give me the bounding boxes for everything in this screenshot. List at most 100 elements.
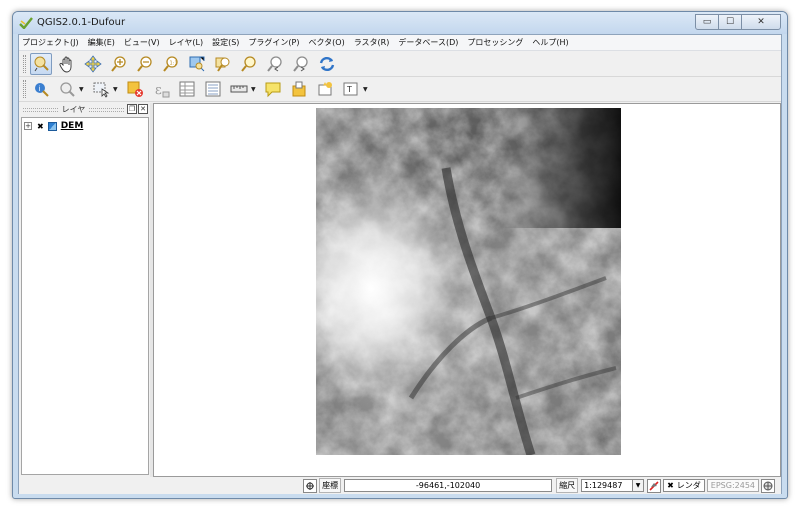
layer-name[interactable]: DEM xyxy=(61,121,84,131)
menu-plugins[interactable]: プラグイン(P) xyxy=(248,37,299,48)
map-tips-button[interactable] xyxy=(262,78,284,100)
qgis-logo-icon xyxy=(19,17,33,29)
deselect-button[interactable] xyxy=(124,78,146,100)
menu-raster[interactable]: ラスタ(R) xyxy=(354,37,390,48)
messages-button[interactable] xyxy=(761,478,775,493)
zoom-to-layer-icon xyxy=(215,57,230,72)
maximize-button[interactable]: ☐ xyxy=(718,14,742,30)
map-navigation-toolbar: 1:1 xyxy=(19,51,781,77)
select-by-area-button[interactable] xyxy=(90,78,112,100)
zoom-to-selection-button[interactable] xyxy=(238,53,260,75)
zoom-last-button[interactable] xyxy=(264,53,286,75)
coordinate-field[interactable]: -96461,-102040 xyxy=(344,479,553,492)
menu-edit[interactable]: 編集(E) xyxy=(88,37,115,48)
field-calculator-icon: ε xyxy=(155,83,170,98)
menu-database[interactable]: データベース(D) xyxy=(398,37,458,48)
annotation-dropdown-arrow[interactable]: ▼ xyxy=(363,86,370,93)
menu-settings[interactable]: 設定(S) xyxy=(212,37,239,48)
float-panel-button[interactable]: ❐ xyxy=(127,104,137,114)
menu-view[interactable]: ビュー(V) xyxy=(124,37,160,48)
minimize-button[interactable]: ▭ xyxy=(695,14,719,30)
attribute-table-icon xyxy=(179,81,195,97)
bookmarks-icon xyxy=(292,81,306,97)
stop-render-button[interactable] xyxy=(647,478,662,493)
status-bar: 座標 -96461,-102040 縮尺 1:129487 ▼ ✖ レンダ EP… xyxy=(19,477,781,494)
select-dropdown-arrow[interactable]: ▼ xyxy=(79,86,86,93)
zoom-in-button[interactable] xyxy=(108,53,130,75)
statistics-icon xyxy=(205,81,221,97)
coordinate-label: 座標 xyxy=(319,478,342,493)
measure-dropdown-arrow[interactable]: ▼ xyxy=(251,86,258,93)
attribute-table-button[interactable] xyxy=(176,78,198,100)
zoom-to-selection-icon xyxy=(241,55,256,72)
toggle-coord-display-button[interactable] xyxy=(303,478,318,493)
select-area-dropdown-arrow[interactable]: ▼ xyxy=(113,86,120,93)
close-button[interactable]: ✕ xyxy=(741,14,781,30)
header-grip xyxy=(23,107,58,112)
menu-bar: プロジェクト(J) 編集(E) ビュー(V) レイヤ(L) 設定(S) プラグイ… xyxy=(19,35,781,51)
expand-toggle[interactable]: + xyxy=(24,122,32,130)
pan-map-button[interactable] xyxy=(30,52,52,75)
layer-item-dem[interactable]: + ✖ DEM xyxy=(24,120,83,132)
statistics-button[interactable] xyxy=(202,78,224,100)
map-tips-icon xyxy=(265,82,281,98)
menu-processing[interactable]: プロセッシング xyxy=(467,37,523,48)
layers-panel-header[interactable]: レイヤ ❐ ✕ xyxy=(19,103,150,116)
zoom-full-button[interactable] xyxy=(186,53,208,75)
menu-layer[interactable]: レイヤ(L) xyxy=(169,37,203,48)
zoom-next-icon xyxy=(293,55,308,72)
zoom-out-icon xyxy=(137,55,152,72)
pan-hand-icon xyxy=(59,56,72,72)
menu-vector[interactable]: ベクタ(O) xyxy=(309,37,345,48)
panel-buttons: ❐ ✕ xyxy=(126,104,148,114)
menu-help[interactable]: ヘルプ(H) xyxy=(532,37,568,48)
toolbar-grip[interactable] xyxy=(23,80,26,98)
text-annotation-button[interactable]: T xyxy=(340,78,362,100)
measure-button[interactable] xyxy=(228,78,250,100)
menu-project[interactable]: プロジェクト(J) xyxy=(22,37,79,48)
render-label: レンダ xyxy=(676,481,701,490)
layers-panel-title: レイヤ xyxy=(61,105,86,114)
crs-globe-icon xyxy=(763,481,773,490)
svg-text:1:1: 1:1 xyxy=(170,60,178,66)
bookmarks-button[interactable] xyxy=(288,78,310,100)
map-canvas[interactable] xyxy=(153,103,781,477)
crs-status-button[interactable]: EPSG:2454 xyxy=(706,479,759,492)
window-controls: ▭ ☐ ✕ xyxy=(695,14,781,30)
zoom-out-button[interactable] xyxy=(134,53,156,75)
pan-map-icon xyxy=(34,56,49,71)
select-by-area-icon xyxy=(93,82,110,98)
main-client-area: プロジェクト(J) 編集(E) ビュー(V) レイヤ(L) 設定(S) プラグイ… xyxy=(18,34,782,494)
zoom-actual-size-button[interactable]: 1:1 xyxy=(160,53,182,75)
toolbar-grip[interactable] xyxy=(23,54,26,73)
layer-tree[interactable]: + ✖ DEM xyxy=(21,117,149,475)
qgis-window: QGIS2.0.1-Dufour ▭ ☐ ✕ プロジェクト(J) 編集(E) ビ… xyxy=(12,11,788,499)
pan-hand-button[interactable] xyxy=(56,53,78,75)
title-bar[interactable]: QGIS2.0.1-Dufour ▭ ☐ ✕ xyxy=(13,12,787,34)
window-title: QGIS2.0.1-Dufour xyxy=(37,17,126,28)
deselect-icon xyxy=(127,81,143,97)
coordinate-capture-icon xyxy=(306,481,315,490)
zoom-next-button[interactable] xyxy=(290,53,312,75)
render-check-mark: ✖ xyxy=(667,481,674,490)
text-annotation-icon: T xyxy=(343,82,358,96)
refresh-button[interactable] xyxy=(316,53,338,75)
measure-icon xyxy=(230,85,248,93)
new-bookmark-button[interactable] xyxy=(314,78,336,100)
scale-field[interactable]: 1:129487 xyxy=(581,479,634,492)
scale-dropdown-arrow[interactable]: ▼ xyxy=(633,479,645,492)
pan-to-selection-button[interactable] xyxy=(82,53,104,75)
render-checkbox[interactable]: ✖ レンダ xyxy=(663,479,705,492)
identify-button[interactable]: i xyxy=(30,78,52,100)
header-grip xyxy=(89,107,125,112)
zoom-to-layer-button[interactable] xyxy=(212,53,234,75)
zoom-full-icon xyxy=(189,56,205,71)
svg-text:ε: ε xyxy=(155,83,162,98)
field-calculator-button[interactable]: ε xyxy=(150,78,172,100)
zoom-actual-size-icon: 1:1 xyxy=(163,55,178,72)
attributes-toolbar: i ▼ ▼ ε ▼ T ▼ xyxy=(19,77,781,102)
layer-visibility-checkbox[interactable]: ✖ xyxy=(37,122,44,131)
close-panel-button[interactable]: ✕ xyxy=(138,104,148,114)
pan-to-selection-icon xyxy=(84,54,102,73)
select-features-button[interactable] xyxy=(56,78,78,100)
